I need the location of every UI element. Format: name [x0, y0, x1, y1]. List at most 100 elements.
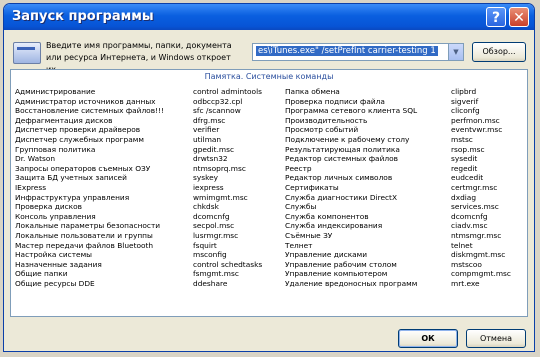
list-item: Настройка системы msconfig Управление диск… [15, 250, 523, 260]
help-button[interactable]: ? [486, 7, 506, 27]
command-value: rsop.msc [451, 144, 485, 154]
list-item: Дефрагментация дисков dfrg.msc Производите… [15, 116, 523, 126]
command-combobox[interactable]: es\iTunes.exe" /setPrefInt carrier-testi… [252, 43, 464, 61]
command-value: ntmsmgr.msc [451, 230, 502, 240]
command-value: dcomcnfg [193, 211, 230, 221]
command-name: Dr. Watson [15, 154, 56, 164]
command-name: Проверка подписи файла [285, 96, 385, 106]
command-name: Восстановление системных файлов!!! [15, 106, 164, 116]
cancel-button[interactable]: Отмена [466, 329, 526, 348]
command-name: Дефрагментация дисков [15, 115, 113, 125]
dialog-title: Запуск программы [12, 9, 154, 24]
chevron-down-icon[interactable]: ▼ [448, 44, 463, 60]
command-value: mrt.exe [451, 278, 480, 288]
command-value: ciadv.msc [451, 221, 488, 231]
command-value: compmgmt.msc [451, 269, 511, 279]
ok-button[interactable]: ОК [398, 329, 458, 348]
list-item: Запросы операторов съемных ОЗУ ntmsoprq.m… [15, 164, 523, 174]
command-name: Папка обмена [285, 87, 340, 96]
command-value: fsmgmt.msc [193, 269, 239, 279]
command-name: Инфраструктура управления [15, 192, 130, 202]
list-item: Защита БД учетных записей syskey Редактор … [15, 173, 523, 183]
command-value: ntmsoprq.msc [193, 163, 246, 173]
list-item: Восстановление системных файлов!!! sfc /s… [15, 106, 523, 116]
command-name: Мастер передачи файлов Bluetooth [15, 240, 154, 250]
command-value: diskmgmt.msc [451, 250, 506, 260]
command-name: Служба индексирования [285, 221, 383, 231]
command-name: Сертификаты [285, 182, 339, 192]
command-name: Служба компонентов [285, 211, 369, 221]
list-item: Проверка дисков chkdsk Службы services.msc [15, 202, 523, 212]
list-item: Локальные параметры безопасности secpol.m… [15, 221, 523, 231]
run-dialog: Запуск программы ? ✕ Введите имя програм… [3, 3, 535, 352]
command-name: Проверка дисков [15, 202, 83, 212]
list-item: Общие папки fsmgmt.msc Управление компьюте… [15, 269, 523, 279]
command-name: Диспетчер служебных программ [15, 134, 144, 144]
command-value: mstsc [451, 134, 473, 144]
command-value: gpedit.msc [193, 144, 235, 154]
command-value: control admintools [193, 87, 262, 96]
command-value: clipbrd [451, 87, 477, 96]
command-name: Назначенные задания [15, 259, 102, 269]
command-value: mstscoo [451, 259, 482, 269]
command-name: Общие ресурсы DDE [15, 278, 95, 288]
command-name: Реестр [285, 163, 312, 173]
command-name: Программа сетевого клиента SQL [285, 106, 418, 116]
command-reference-panel: Памятка. Системные команды Администриров… [10, 69, 528, 317]
command-value: control schedtasks [193, 259, 263, 269]
command-name: Редактор личных символов [285, 173, 393, 183]
command-name: Производительность [285, 115, 368, 125]
command-name: Защита БД учетных записей [15, 173, 127, 183]
command-name: Диспетчер проверки драйверов [15, 125, 141, 135]
command-value: dfrg.msc [193, 115, 226, 125]
list-item: Администрирование control admintools Папка… [15, 87, 523, 97]
list-item: IExpress iexpress Сертификаты certmgr.msc [15, 183, 523, 193]
command-value: perfmon.msc [451, 115, 500, 125]
command-value: secpol.msc [193, 221, 235, 231]
command-value: utilman [193, 134, 222, 144]
list-item: Мастер передачи файлов Bluetooth fsquirt Т… [15, 241, 523, 251]
command-value: iexpress [193, 182, 224, 192]
command-value: telnet [451, 240, 473, 250]
command-value: sysedit [451, 154, 478, 164]
command-name: Службы [285, 202, 317, 212]
command-name: Результатирующая политика [285, 144, 400, 154]
command-name: Удаление вредоносных программ [285, 278, 418, 288]
close-button[interactable]: ✕ [509, 7, 529, 27]
list-item: Диспетчер служебных программ utilman Подкл… [15, 135, 523, 145]
command-name: Консоль управления [15, 211, 96, 221]
command-name: Общие папки [15, 269, 68, 279]
command-value: ddeshare [193, 278, 228, 288]
list-item: Администратор источников данных odbccp32.… [15, 97, 523, 107]
command-name: Служба диагностики DirectX [285, 192, 398, 202]
command-name: Управление дисками [285, 250, 368, 260]
command-value: lusrmgr.msc [193, 230, 239, 240]
command-value: drwtsn32 [193, 154, 228, 164]
command-value: cliconfg [451, 106, 480, 116]
command-name: Запросы операторов съемных ОЗУ [15, 163, 151, 173]
command-name: Съёмные ЗУ [285, 230, 333, 240]
list-item: Консоль управления dcomcnfg Служба компоне… [15, 212, 523, 222]
list-item: Назначенные задания control schedtasks Упр… [15, 260, 523, 270]
command-value: regedit [451, 163, 478, 173]
command-name: Локальные пользователи и группы [15, 230, 153, 240]
command-value: dcomcnfg [451, 211, 488, 221]
command-name: Групповая политика [15, 144, 96, 154]
command-value: wmimgmt.msc [193, 192, 248, 202]
command-value: msconfig [193, 250, 227, 260]
command-name: Управление рабочим столом [285, 259, 397, 269]
title-bar[interactable]: Запуск программы ? ✕ [4, 4, 534, 30]
command-name: Настройка системы [15, 250, 93, 260]
browse-button[interactable]: Обзор... [472, 42, 526, 62]
command-name: Управление компьютером [285, 269, 388, 279]
list-item: Групповая политика gpedit.msc Результатиру… [15, 145, 523, 155]
command-value: syskey [193, 173, 219, 183]
command-value: sfc /scannow [193, 106, 241, 116]
command-value: verifier [193, 125, 220, 135]
command-value: odbccp32.cpl [193, 96, 243, 106]
command-input[interactable]: es\iTunes.exe" /setPrefInt carrier-testi… [256, 46, 438, 56]
run-program-icon [13, 42, 41, 64]
command-name: Просмотр событий [285, 125, 359, 135]
command-name: Администратор источников данных [15, 96, 156, 106]
command-value: eventvwr.msc [451, 125, 503, 135]
